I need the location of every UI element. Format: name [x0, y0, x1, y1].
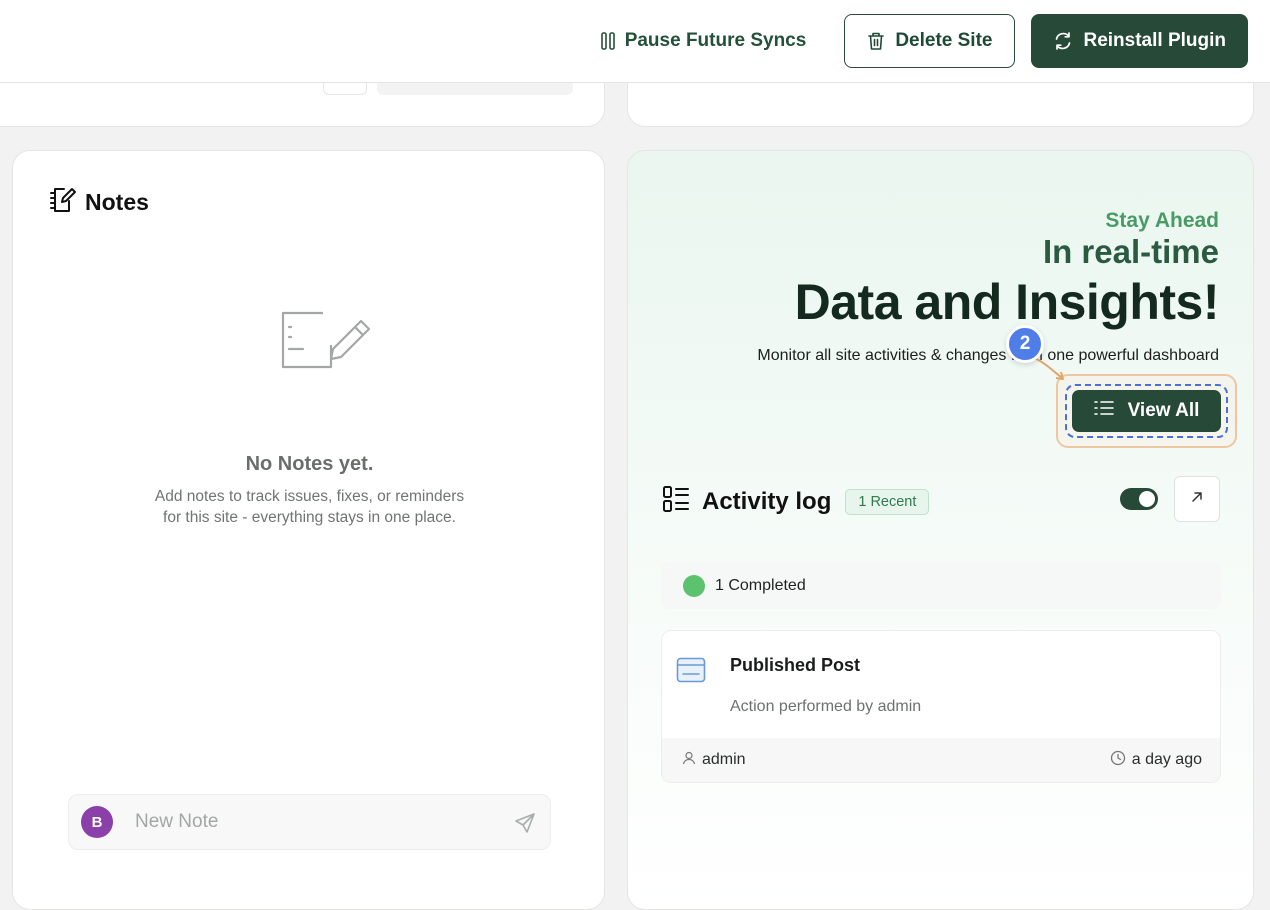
activity-log-header: Activity log 1 Recent: [662, 485, 930, 518]
insights-headline-big: Data and Insights!: [794, 274, 1220, 330]
avatar: B: [81, 806, 113, 838]
top-toolbar: Pause Future Syncs Delete Site Reinstall…: [0, 0, 1270, 83]
card-icon: [676, 657, 706, 688]
new-note-placeholder: New Note: [135, 811, 219, 832]
pause-syncs-label: Pause Future Syncs: [624, 30, 807, 51]
empty-notes-illustration: [279, 305, 375, 376]
empty-notes-desc-line2: for this site - everything stays in one …: [163, 509, 456, 526]
trash-icon: [867, 31, 885, 51]
user-icon: [682, 751, 696, 770]
view-all-button[interactable]: View All: [1072, 390, 1221, 432]
insights-subtitle: Monitor all site activities & changes fr…: [757, 347, 1219, 364]
activity-item-title: Published Post: [730, 655, 861, 675]
new-note-input[interactable]: B New Note: [68, 794, 551, 850]
insights-kicker: Stay Ahead: [1105, 209, 1219, 232]
delete-site-button[interactable]: Delete Site: [844, 14, 1016, 68]
list-icon: [1093, 400, 1114, 422]
reinstall-plugin-button[interactable]: Reinstall Plugin: [1031, 14, 1248, 68]
tour-arrow-icon: [1033, 357, 1064, 380]
notes-header: Notes: [47, 185, 149, 220]
tour-step-badge[interactable]: 2: [1006, 325, 1044, 363]
notes-card: Notes No Notes yet. Add notes to track i…: [12, 150, 605, 910]
activity-item-footer: admin a day ago: [662, 738, 1220, 782]
insights-headline-small: In real-time: [1042, 233, 1219, 270]
notes-title: Notes: [85, 189, 149, 215]
pause-icon: [600, 32, 615, 50]
delete-site-label: Delete Site: [895, 30, 993, 51]
empty-notes-title: No Notes yet.: [245, 453, 374, 475]
empty-notes-description: Add notes to track issues, fixes, or rem…: [13, 486, 606, 528]
card-control-partial[interactable]: [323, 83, 367, 95]
view-all-label: View All: [1127, 400, 1200, 421]
activity-item-time-label: a day ago: [1131, 751, 1202, 768]
pause-syncs-button[interactable]: Pause Future Syncs: [579, 14, 829, 68]
notes-icon: [47, 185, 77, 220]
completed-status-dot: [683, 574, 705, 597]
reinstall-plugin-label: Reinstall Plugin: [1083, 30, 1226, 51]
activity-log-title: Activity log: [702, 487, 832, 515]
activity-item[interactable]: Published Post Action performed by admin…: [661, 630, 1221, 783]
insights-card: Stay Ahead In real-time Data and Insight…: [627, 150, 1254, 910]
card-field-partial[interactable]: [377, 83, 573, 95]
completed-status-label: 1 Completed: [715, 576, 806, 594]
activity-item-subtitle: Action performed by admin: [730, 698, 922, 715]
activity-item-user-label: admin: [702, 751, 746, 768]
activity-item-time: a day ago: [1110, 750, 1202, 771]
external-link-icon: [1190, 490, 1204, 509]
clock-icon: [1110, 750, 1126, 771]
activity-toggle[interactable]: [1120, 488, 1158, 510]
refresh-icon: [1053, 31, 1073, 51]
activity-item-user: admin: [682, 751, 746, 770]
empty-notes-desc-line1: Add notes to track issues, fixes, or rem…: [154, 488, 465, 505]
recent-count-badge: 1 Recent: [845, 488, 930, 515]
completed-status-row: 1 Completed: [661, 562, 1221, 609]
send-icon[interactable]: [514, 812, 536, 839]
open-activity-log-button[interactable]: [1174, 476, 1220, 522]
activity-list-icon: [662, 485, 690, 518]
